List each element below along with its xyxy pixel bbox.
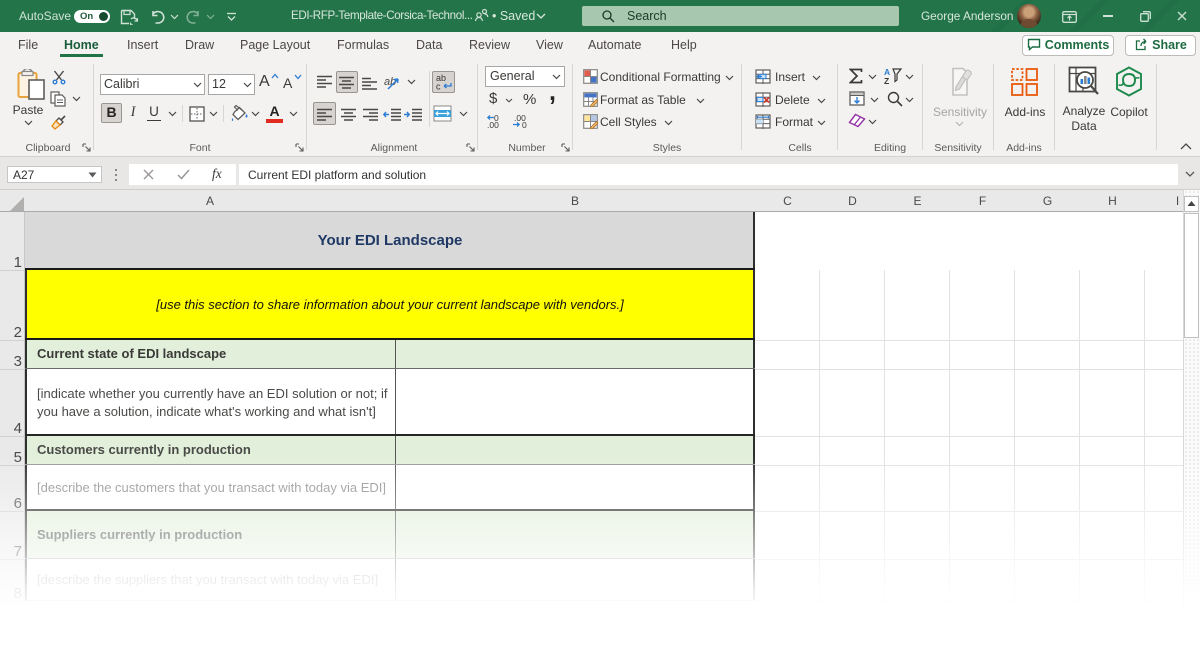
svg-text:Z: Z [884,76,889,85]
svg-text:0: 0 [494,114,499,123]
svg-text:0: 0 [522,120,527,129]
svg-text:c: c [436,82,441,92]
